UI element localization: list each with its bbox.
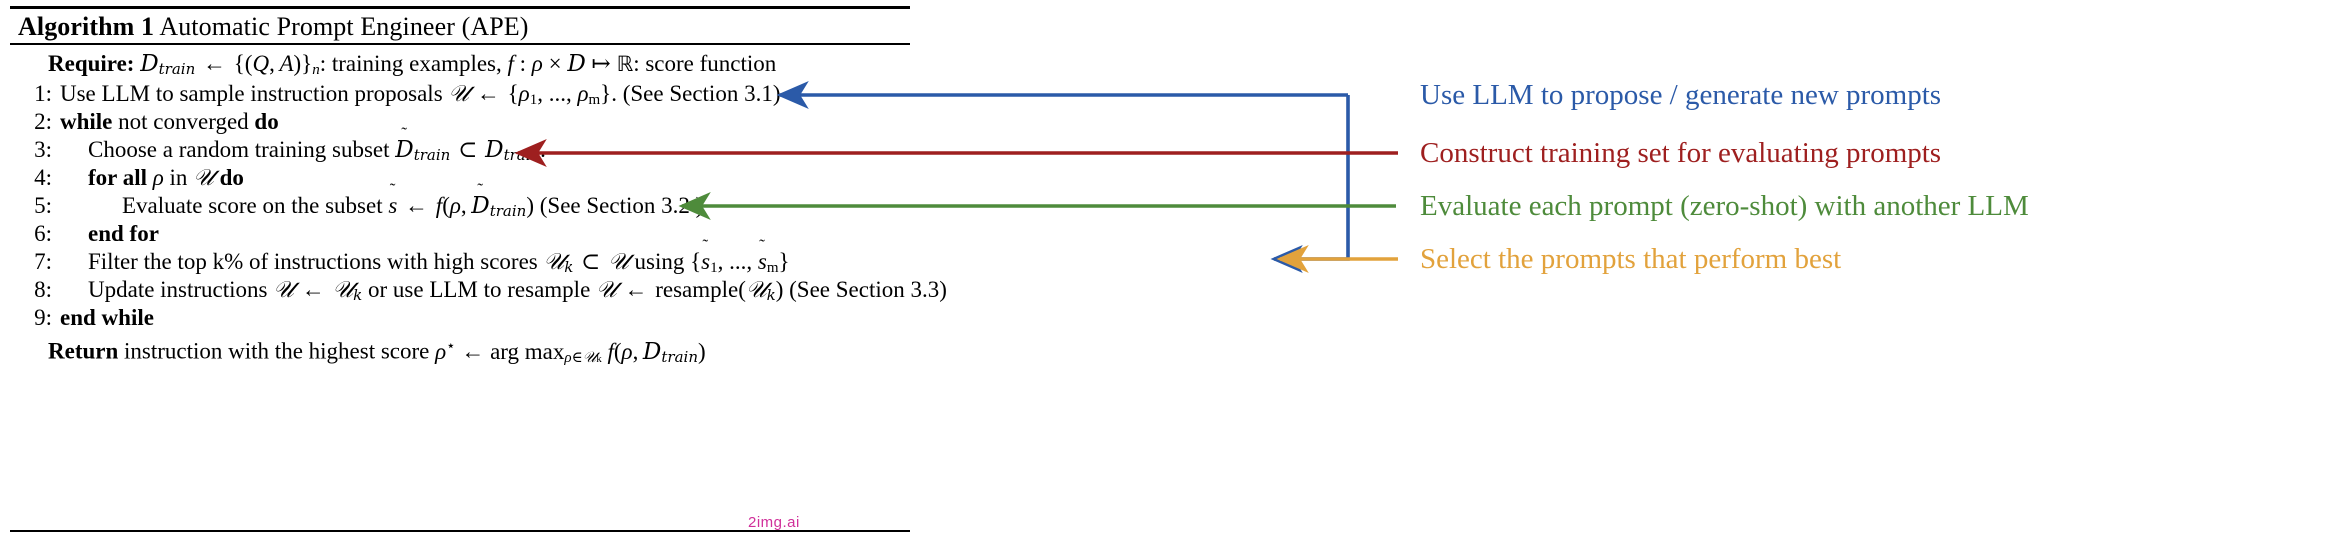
line-8-resample: resample(𝒰k) (See Section 3.3) [655,277,947,304]
rule-under-title [10,43,910,45]
line-8-U-symbol-2: 𝒰 [596,277,617,303]
line-5-stilde-symbol: ˜ s [388,180,398,218]
annotation-label-evaluate: Evaluate each prompt (zero-shot) with an… [1420,190,2029,222]
algorithm-body: Require: Dtrain ← {(Q, A)}n: training ex… [10,50,947,366]
line-8-arrow-2: ← [624,277,648,302]
line-1-text: Use LLM to sample instruction proposals [60,81,443,106]
algorithm-title-text: Automatic Prompt Engineer (APE) [159,12,529,41]
line-number-3: 3: [34,137,52,162]
algorithm-block: Algorithm 1 Automatic Prompt Engineer (A… [10,6,947,532]
return-text: instruction with the highest score [124,338,430,364]
line-number-6: 6: [34,221,52,246]
line-3-dtilde-symbol: ˜ D [395,124,414,163]
line-number-9: 9: [34,305,52,330]
algorithm-line-4: 4: for all ρ in 𝒰 do [10,164,910,192]
line-8-mid: or use LLM to resample [368,277,591,302]
rule-top [10,6,910,9]
line-5-text: Evaluate score on the subset [122,193,383,218]
algorithm-line-2: 2: while not converged do [10,108,910,136]
line-3-text: Choose a random training subset [88,137,390,162]
line-number-2: 2: [34,109,52,134]
require-dataset-set: {(Q, A)}n [233,51,320,78]
algorithm-line-5: 5: Evaluate score on the subset ˜ s ← f(ρ… [10,180,910,220]
require-text-a: training examples, [331,51,502,76]
line-9-text: end while [60,305,154,330]
line-number-4: 4: [34,165,52,190]
line-7-U-symbol: 𝒰 [608,249,629,275]
line-8-Uk-symbol: 𝒰k [332,277,363,304]
line-number-1: 1: [34,81,52,106]
line-1-arrow: ← [476,81,500,106]
require-colon: : [319,51,327,76]
algorithm-return-line: Return instruction with the highest scor… [10,332,910,366]
algorithm-line-7: 7: Filter the top k% of instructions wit… [10,236,910,276]
require-label: Require: [48,51,135,76]
line-number-8: 8: [34,277,52,302]
line-5-ref: (See Section 3.2 ) [539,193,704,218]
line-1-set: {ρ1, ..., ρm}. (See Section 3.1) [507,81,781,108]
line-2-text: while not converged do [60,109,279,134]
algorithm-title: Algorithm 1 Automatic Prompt Engineer (A… [18,12,529,42]
line-7-using: using {˜ s1, ..., ˜ sm} [634,236,790,276]
require-dtrain-symbol: Dtrain [140,51,196,78]
line-1-U-symbol: 𝒰 [448,81,470,107]
algorithm-title-prefix: Algorithm 1 [18,12,155,41]
algorithm-line-3: 3: Choose a random training subset ˜ Dtra… [10,124,910,164]
algorithm-line-1: 1: Use LLM to sample instruction proposa… [10,80,910,108]
return-math: ρ⋆ ← arg maxρ∈𝒰k f(ρ, Dtrain) [435,338,706,366]
line-5-arrow: ← [405,193,429,218]
require-mapping: : ρ × D ↦ ℝ [519,51,634,77]
require-arrow-symbol: ← [203,51,227,76]
line-6-text: end for [88,221,159,246]
algorithm-line-8: 8: Update instructions 𝒰 ← 𝒰k or use LLM… [10,276,947,304]
return-label: Return [48,338,119,364]
line-7-text: Filter the top k% of instructions with h… [88,249,538,274]
line-5-score-fn: f(ρ, ˜ Dtrain) [435,180,534,220]
algorithm-require-line: Require: Dtrain ← {(Q, A)}n: training ex… [10,50,910,80]
annotation-label-propose: Use LLM to propose / generate new prompt… [1420,79,1942,111]
annotation-label-construct: Construct training set for evaluating pr… [1420,137,1942,169]
algorithm-line-6: 6: end for [10,220,910,248]
line-number-7: 7: [34,249,52,274]
algorithm-line-9: 9: end while [10,304,910,332]
watermark: 2img.ai [748,514,800,531]
require-text-b: : score function [633,51,777,76]
line-number-5: 5: [34,193,52,218]
line-3-subset-symbol: ⊂ [458,137,478,162]
line-3-dtrain-symbol: Dtrain [485,137,541,164]
line-8-text: Update instructions [88,277,268,302]
line-8-arrow-1: ← [301,277,325,302]
line-8-U-symbol: 𝒰 [273,277,294,303]
line-3-sub-train: train [413,146,451,164]
line-4-text: for all ρ in 𝒰 do [88,165,244,191]
require-f-symbol: f [507,51,514,76]
algorithm-figure: Algorithm 1 Automatic Prompt Engineer (A… [0,0,2328,538]
annotation-label-select: Select the prompts that perform best [1420,243,1842,275]
line-7-subset-symbol: ⊂ [581,249,601,274]
line-7-Uk-symbol: 𝒰k [543,249,574,276]
